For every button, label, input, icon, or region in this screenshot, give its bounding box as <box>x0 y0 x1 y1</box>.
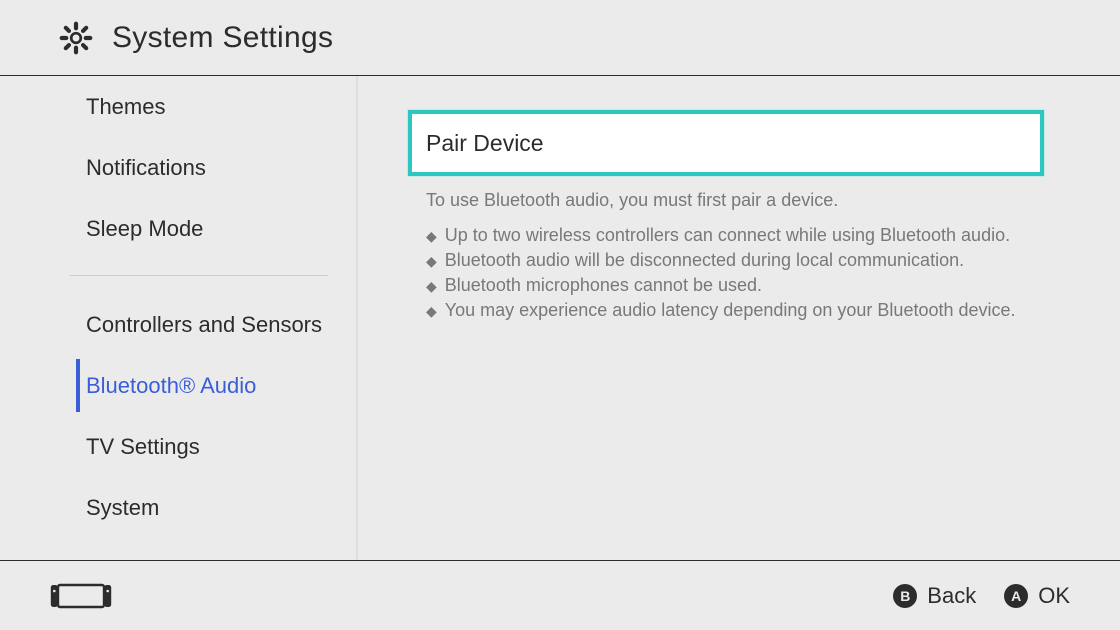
diamond-icon: ◆ <box>426 300 437 322</box>
content: Pair Device To use Bluetooth audio, you … <box>358 76 1120 560</box>
bullet-text: Bluetooth microphones cannot be used. <box>445 275 762 296</box>
main: Themes Notifications Sleep Mode Controllers… <box>0 76 1120 560</box>
page-title: System Settings <box>112 21 333 55</box>
diamond-icon: ◆ <box>426 275 437 297</box>
bullet-item: ◆ Up to two wireless controllers can conn… <box>426 225 1044 247</box>
b-button-icon: B <box>893 584 917 608</box>
sidebar-item-tv-settings[interactable]: TV Settings <box>0 416 358 477</box>
gear-icon <box>58 20 94 56</box>
ok-hint[interactable]: A OK <box>1004 583 1070 609</box>
sidebar-item-label: System <box>86 495 159 521</box>
console-icon <box>50 582 112 610</box>
sidebar-item-label: Themes <box>86 94 165 120</box>
sidebar-item-sleep-mode[interactable]: Sleep Mode <box>0 198 358 259</box>
diamond-icon: ◆ <box>426 250 437 272</box>
sidebar-item-notifications[interactable]: Notifications <box>0 137 358 198</box>
a-button-icon: A <box>1004 584 1028 608</box>
ok-label: OK <box>1038 583 1070 609</box>
pair-device-button[interactable]: Pair Device <box>408 110 1044 176</box>
diamond-icon: ◆ <box>426 225 437 247</box>
bullet-item: ◆ You may experience audio latency depend… <box>426 300 1044 322</box>
pair-device-label: Pair Device <box>426 130 544 157</box>
bullet-text: Up to two wireless controllers can conne… <box>445 225 1010 246</box>
sidebar-item-label: Sleep Mode <box>86 216 203 242</box>
bullet-text: You may experience audio latency dependi… <box>445 300 1016 321</box>
bullet-text: Bluetooth audio will be disconnected dur… <box>445 250 964 271</box>
sidebar: Themes Notifications Sleep Mode Controllers… <box>0 76 358 560</box>
bullet-item: ◆ Bluetooth microphones cannot be used. <box>426 275 1044 297</box>
sidebar-item-system[interactable]: System <box>0 477 358 538</box>
back-label: Back <box>927 583 976 609</box>
footer: B Back A OK <box>0 560 1120 630</box>
sidebar-divider <box>70 275 328 276</box>
sidebar-item-label: Controllers and Sensors <box>86 312 322 338</box>
bullet-item: ◆ Bluetooth audio will be disconnected du… <box>426 250 1044 272</box>
sidebar-item-bluetooth-audio[interactable]: Bluetooth® Audio <box>0 355 358 416</box>
bullets-list: ◆ Up to two wireless controllers can conn… <box>408 225 1044 322</box>
instruction-text: To use Bluetooth audio, you must first p… <box>408 190 1044 211</box>
sidebar-item-themes[interactable]: Themes <box>0 76 358 137</box>
sidebar-item-controllers-and-sensors[interactable]: Controllers and Sensors <box>0 294 358 355</box>
sidebar-item-label: TV Settings <box>86 434 200 460</box>
sidebar-item-label: Bluetooth® Audio <box>86 373 256 399</box>
sidebar-item-label: Notifications <box>86 155 206 181</box>
back-hint[interactable]: B Back <box>893 583 976 609</box>
header: System Settings <box>0 0 1120 76</box>
